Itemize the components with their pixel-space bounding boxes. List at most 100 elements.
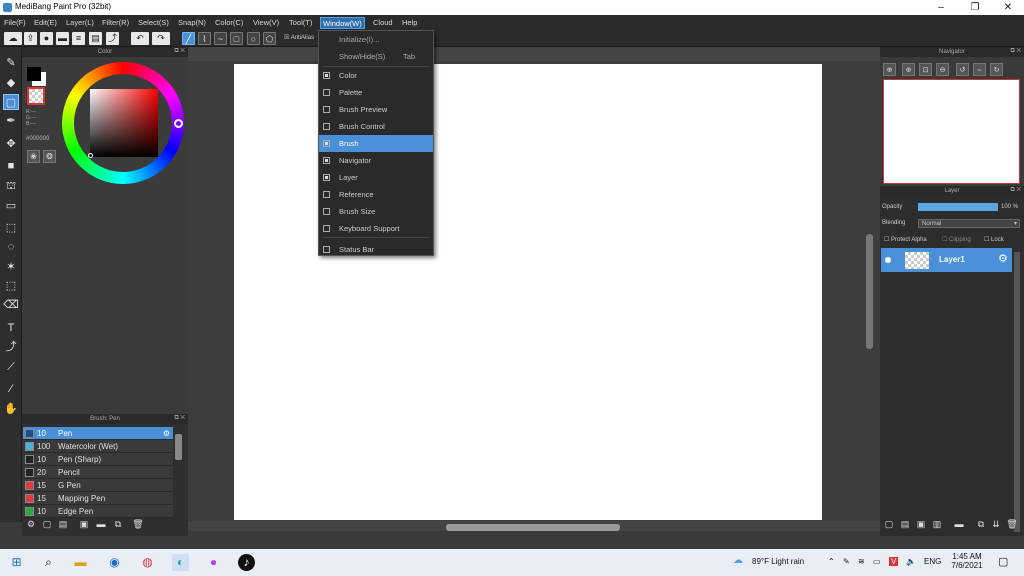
window-menu-item-keyboard-support[interactable]: Keyboard Support: [319, 220, 433, 237]
menu-initialize[interactable]: Initialize(I)...: [319, 31, 433, 48]
zoom-out-icon[interactable]: ⊖: [936, 63, 949, 76]
minimize-button[interactable]: –: [925, 0, 957, 15]
panel-controls-icon[interactable]: ⧉ ✕: [174, 48, 185, 55]
clock[interactable]: 1:45 AM 7/6/2021: [951, 552, 983, 570]
lock-checkbox[interactable]: ☐ Lock: [984, 236, 1004, 243]
layer-delete-icon[interactable]: 🗑: [1006, 518, 1018, 530]
vertical-scrollbar[interactable]: [866, 234, 873, 349]
window-menu-item-status-bar[interactable]: Status Bar: [319, 241, 433, 258]
layer-new-icon[interactable]: ▢: [883, 518, 895, 530]
marquee-tool-icon[interactable]: ⬚: [3, 220, 19, 236]
rotate-right-icon[interactable]: ↻: [990, 63, 1003, 76]
layer-scrollbar[interactable]: [1014, 252, 1020, 532]
brush-list-item[interactable]: 20 Pencil: [23, 466, 173, 479]
fit-icon[interactable]: ⊡: [919, 63, 932, 76]
polyline-icon[interactable]: ⌇: [198, 32, 211, 45]
rectangle-icon[interactable]: □: [230, 32, 243, 45]
language-indicator[interactable]: ENG: [924, 557, 941, 566]
eyedropper-tool-icon[interactable]: ⁄: [3, 381, 19, 397]
window-menu-item-palette[interactable]: Palette: [319, 84, 433, 101]
brush-list-item[interactable]: 15 G Pen: [23, 479, 173, 492]
operation-tool-icon[interactable]: ⤴: [3, 339, 19, 355]
close-button[interactable]: ✕: [992, 0, 1024, 15]
comment-icon[interactable]: ●: [40, 32, 53, 45]
brush-new-icon[interactable]: ▢: [41, 518, 53, 530]
layer-new-1bit-icon[interactable]: ▥: [931, 518, 943, 530]
file-explorer-icon[interactable]: ▬: [72, 554, 89, 571]
menu-show-hide[interactable]: Show/Hide(S) Tab: [319, 48, 433, 65]
visibility-icon[interactable]: [885, 257, 891, 263]
chrome-icon[interactable]: ◍: [139, 554, 156, 571]
ellipse-icon[interactable]: ○: [247, 32, 260, 45]
navigator-controls-icon[interactable]: ⧉ ✕: [1010, 48, 1021, 55]
undo-icon[interactable]: ↶: [131, 32, 149, 45]
export-icon[interactable]: ⤴: [106, 32, 119, 45]
notifications-icon[interactable]: ▢: [998, 555, 1008, 568]
blending-select[interactable]: Normal ▾: [918, 219, 1020, 228]
curve-icon[interactable]: ~: [214, 32, 227, 45]
brush-settings-icon[interactable]: ▤: [57, 518, 69, 530]
rectangle-select-tool-icon[interactable]: ▢: [3, 94, 19, 110]
menu-color[interactable]: Color(C): [213, 17, 245, 29]
saturation-value-square[interactable]: [90, 89, 158, 157]
menu-help[interactable]: Help: [400, 17, 419, 29]
line-tool-icon[interactable]: ╱: [182, 32, 195, 45]
window-menu-item-brush-control[interactable]: Brush Control: [319, 118, 433, 135]
polygon-icon[interactable]: ⬠: [263, 32, 276, 45]
windows-start-icon[interactable]: ⊞: [8, 554, 25, 571]
wifi-icon[interactable]: ≋: [858, 557, 865, 566]
magic-wand-tool-icon[interactable]: ✶: [3, 259, 19, 275]
menu-view[interactable]: View(V): [251, 17, 281, 29]
text-tool-icon[interactable]: T: [3, 320, 19, 336]
layer-new-halftone-icon[interactable]: ▤: [899, 518, 911, 530]
layer-merge-icon[interactable]: ⇊: [990, 518, 1002, 530]
window-menu-item-brush-size[interactable]: Brush Size: [319, 203, 433, 220]
menu-window[interactable]: Window(W): [320, 17, 365, 29]
brush-duplicate-icon[interactable]: ⧉: [112, 518, 124, 530]
gradient-tool-icon[interactable]: ▭: [3, 198, 19, 214]
tray-chevron-icon[interactable]: ⌃: [828, 557, 835, 566]
window-menu-item-color[interactable]: Color: [319, 67, 433, 84]
brush-list-item[interactable]: 10 Pen (Sharp): [23, 453, 173, 466]
brush-folder-icon[interactable]: ▬: [95, 518, 107, 530]
fill-shape-tool-icon[interactable]: ■: [3, 158, 19, 174]
volume-icon[interactable]: 🔈: [906, 557, 916, 566]
chat-icon[interactable]: ▬: [56, 32, 69, 45]
menu-filter[interactable]: Filter(R): [100, 17, 131, 29]
divide-tool-icon[interactable]: ⟋: [3, 359, 19, 375]
weather-text[interactable]: 89°F Light rain: [752, 557, 804, 566]
zoom-in-2-icon[interactable]: ⊕: [902, 63, 915, 76]
brush-list-item[interactable]: 10 Edge Pen: [23, 505, 173, 518]
battery-icon[interactable]: ▭: [873, 557, 881, 566]
brush-delete-icon[interactable]: 🗑: [132, 518, 144, 530]
lasso-tool-icon[interactable]: ◌: [3, 239, 19, 255]
horizontal-scrollbar[interactable]: [446, 524, 620, 531]
menu-snap[interactable]: Snap(N): [176, 17, 208, 29]
layer-folder-icon[interactable]: ▬: [953, 518, 965, 530]
rotate-left-icon[interactable]: ↺: [956, 63, 969, 76]
eraser-tool-icon[interactable]: ◆: [3, 75, 19, 91]
document-icon[interactable]: ≡: [72, 32, 85, 45]
layer-new-8bit-icon[interactable]: ▣: [915, 518, 927, 530]
layer-row[interactable]: Layer1 ⚙: [881, 248, 1012, 272]
window-menu-item-brush[interactable]: Brush: [319, 135, 433, 152]
layer-duplicate-icon[interactable]: ⧉: [975, 518, 987, 530]
brush-list-item[interactable]: 15 Mapping Pen: [23, 492, 173, 505]
antialias-checkbox[interactable]: ☒ AntiAlias: [284, 34, 314, 41]
brush-tool-icon[interactable]: ✎: [3, 55, 19, 71]
brush-panel-controls-icon[interactable]: ⧉ ✕: [174, 415, 185, 422]
hand-tool-icon[interactable]: ✋: [3, 401, 19, 417]
tiktok-icon[interactable]: ♪: [238, 554, 255, 571]
menu-layer[interactable]: Layer(L): [64, 17, 96, 29]
dell-icon[interactable]: ◉: [106, 554, 123, 571]
redo-icon[interactable]: ↷: [152, 32, 170, 45]
opacity-slider[interactable]: [918, 203, 998, 211]
layers-icon[interactable]: ▤: [89, 32, 102, 45]
brush-add-icon[interactable]: ⚙: [25, 518, 37, 530]
window-menu-item-reference[interactable]: Reference: [319, 186, 433, 203]
menu-tool[interactable]: Tool(T): [287, 17, 314, 29]
maximize-button[interactable]: ❐: [959, 0, 991, 15]
foreground-color-swatch[interactable]: [27, 67, 41, 81]
menu-file[interactable]: File(F): [2, 17, 28, 29]
palette-icon[interactable]: ❀: [27, 150, 40, 163]
